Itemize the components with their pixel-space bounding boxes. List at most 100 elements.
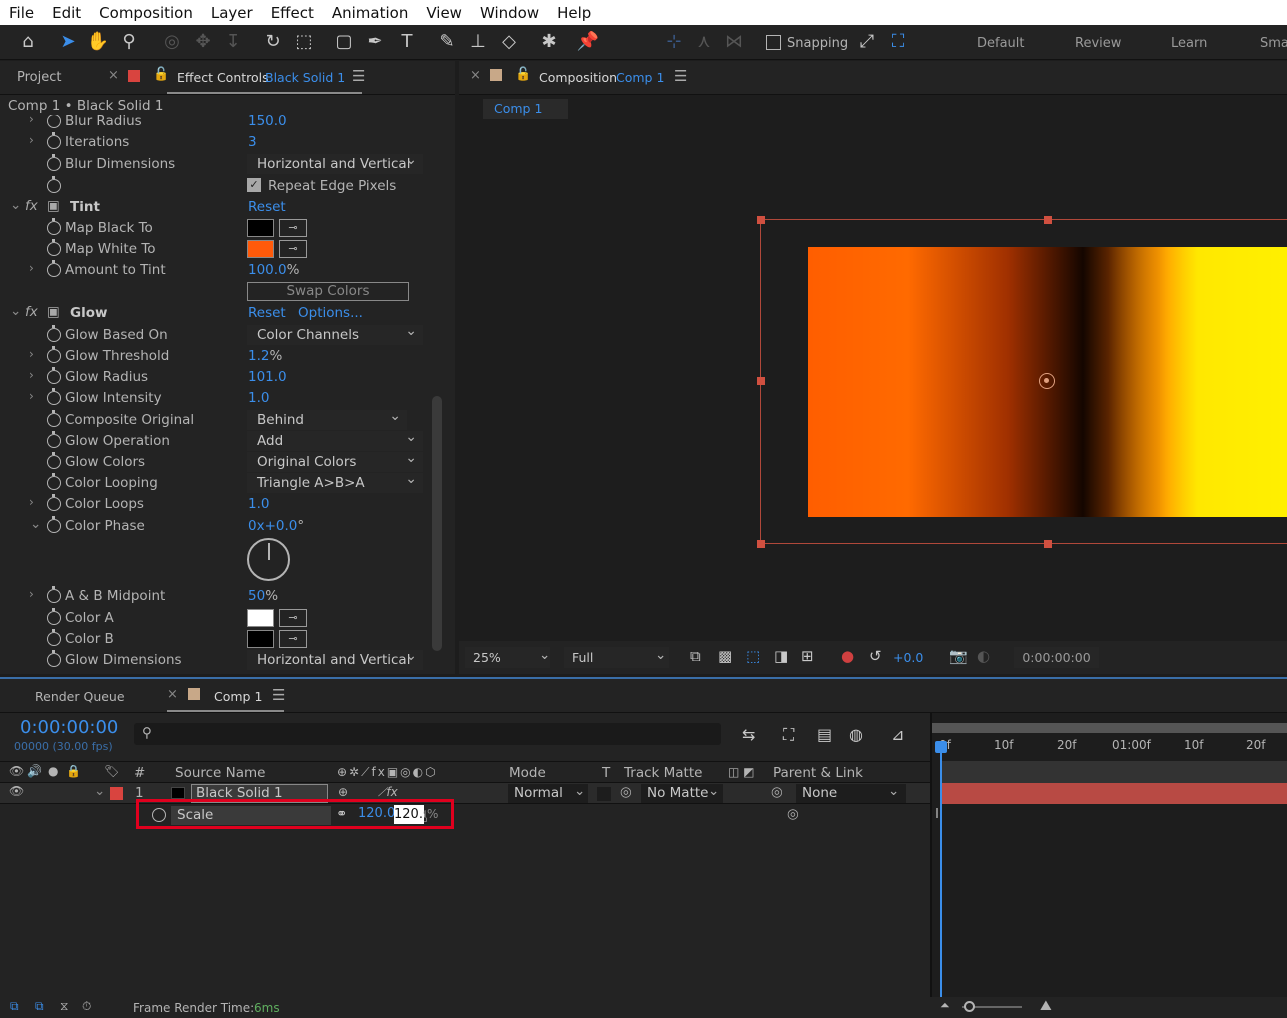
transfer-controls-icon[interactable]: ⧉ [35,999,44,1014]
stopwatch-icon[interactable] [47,218,61,235]
stopwatch-icon[interactable] [47,650,61,667]
guides-icon[interactable]: ⊞ [801,647,814,665]
stopwatch-icon[interactable] [47,516,61,533]
snap-options-icon[interactable]: ⤢ [855,30,879,54]
prop-value[interactable]: 100.0% [248,262,299,278]
stopwatch-icon[interactable] [47,452,61,469]
twirl-open-icon[interactable]: ⌄ [94,783,105,799]
twirl-icon[interactable]: › [29,133,34,147]
visibility-icon[interactable]: 👁 [9,784,24,798]
twirl-icon[interactable]: › [29,495,34,509]
region-of-interest-icon[interactable]: ◨ [774,647,788,665]
dolly-camera-icon[interactable]: ↧ [221,30,245,54]
search-input[interactable]: ⚲ [134,723,721,745]
snapshot-icon[interactable]: 📷 [949,647,968,665]
twirl-open-icon[interactable]: ⌄ [30,516,41,532]
transform-handle[interactable] [757,377,765,385]
layer-bounding-box[interactable] [760,219,1287,544]
fx-icon[interactable]: fx [25,198,38,214]
stopwatch-icon[interactable] [47,154,61,171]
puppet-pin-icon[interactable]: 📌 [576,30,600,54]
layer-switches-icon[interactable]: ⧉ [10,999,19,1014]
transform-handle[interactable] [757,540,765,548]
stopwatch-icon[interactable] [47,494,61,511]
menu-edit[interactable]: Edit [43,4,90,22]
snapping-checkbox[interactable] [766,35,781,50]
swap-colors-button[interactable]: Swap Colors [247,282,409,301]
prop-value[interactable]: 1.0 [248,496,269,512]
tab-comp1[interactable]: Comp 1 [214,689,262,704]
roto-brush-icon[interactable]: ✱ [537,30,561,54]
map-white-swatch[interactable] [247,240,274,258]
zoom-tool-icon[interactable]: ⚲ [117,30,141,54]
prop-value[interactable]: 150.0 [248,115,287,129]
twirl-icon[interactable]: › [29,347,34,361]
lock-icon[interactable]: 🔓 [515,67,531,82]
resolution-dropdown[interactable]: Full [564,647,669,668]
eyedropper-icon[interactable]: ⊸ [279,219,307,237]
exposure-value[interactable]: +0.0 [893,650,923,665]
layer-label-color[interactable] [110,787,123,800]
close-icon[interactable]: × [167,687,178,702]
tab-effect-layer[interactable]: Black Solid 1 [265,70,345,85]
glow-colors-dropdown[interactable]: Original Colors [247,448,423,472]
glow-options-link[interactable]: Options... [298,305,363,321]
zoom-out-icon[interactable]: ⏶ [940,998,950,1013]
zoom-in-icon[interactable]: ⛰ [1040,998,1052,1014]
comp-viewer[interactable] [459,125,1287,641]
twirl-icon[interactable]: › [29,368,34,382]
eyedropper-icon[interactable]: ⊸ [279,240,307,258]
close-icon[interactable]: × [470,68,481,83]
preserve-transparency-checkbox[interactable] [597,787,611,801]
zoom-dropdown[interactable]: 25% [465,647,550,668]
frame-blending-icon[interactable]: ◍ [849,725,863,744]
hand-tool-icon[interactable]: ✋ [86,30,110,54]
lock-column-icon[interactable]: 🔒 [66,764,81,778]
stopwatch-icon[interactable] [47,325,61,342]
panel-menu-icon[interactable]: ☰ [272,686,285,704]
blur-dimensions-dropdown[interactable]: Horizontal and Vertical [247,150,423,174]
prop-value[interactable]: 0x+0.0° [248,518,304,534]
solo-icon[interactable]: ● [48,764,58,778]
timeline-graph[interactable]: 0f 10f 20f 01:00f 10f 20f I [932,713,1287,1018]
menu-composition[interactable]: Composition [90,4,202,22]
twirl-icon[interactable]: › [29,587,34,601]
matte-pickwhip-icon[interactable]: ◎ [620,784,632,800]
color-b-swatch[interactable] [247,630,274,648]
anchor-point-icon[interactable] [1039,373,1055,389]
parent-pickwhip-icon[interactable]: ◎ [771,784,783,800]
value-number[interactable]: 0x+0.0 [248,518,297,534]
label-column-icon[interactable]: 🏷 [104,764,119,778]
menu-animation[interactable]: Animation [323,4,417,22]
audio-toggle-icon[interactable]: 🔊 [27,764,42,778]
eyedropper-icon[interactable]: ⊸ [279,630,307,648]
pen-tool-icon[interactable]: ✒ [363,30,387,54]
glow-reset-link[interactable]: Reset [248,305,286,321]
view-axis-icon[interactable]: ⋈ [722,30,746,54]
stopwatch-icon[interactable] [47,431,61,448]
clone-stamp-icon[interactable]: ⊥ [466,30,490,54]
work-area-bar[interactable] [932,723,1287,733]
panel-menu-icon[interactable]: ☰ [674,67,687,85]
twirl-icon[interactable]: › [29,261,34,275]
stopwatch-icon[interactable] [47,586,61,603]
stopwatch-icon[interactable] [47,176,61,193]
menu-help[interactable]: Help [548,4,600,22]
video-toggle-icon[interactable]: 👁 [9,764,24,778]
eraser-tool-icon[interactable]: ◇ [497,30,521,54]
glow-operation-dropdown[interactable]: Add [247,427,423,451]
value-number[interactable]: 100.0 [248,262,287,278]
composition-mini-flowchart-icon[interactable]: ⇆ [742,725,755,744]
transform-handle[interactable] [757,216,765,224]
stopwatch-icon[interactable] [47,629,61,646]
mask-visibility-icon[interactable]: ⬚ [746,647,760,665]
hide-shy-layers-icon[interactable]: ▤ [817,725,832,744]
menu-layer[interactable]: Layer [202,4,262,22]
stopwatch-icon[interactable] [47,608,61,625]
value-number[interactable]: 50 [248,588,265,604]
stopwatch-icon[interactable] [47,410,61,427]
graph-editor-icon[interactable]: ⊿ [891,725,904,744]
rectangle-tool-icon[interactable]: ▢ [332,30,356,54]
timecode-display[interactable]: 0:00:00:00 [1014,647,1099,668]
playhead-handle[interactable] [935,741,947,753]
